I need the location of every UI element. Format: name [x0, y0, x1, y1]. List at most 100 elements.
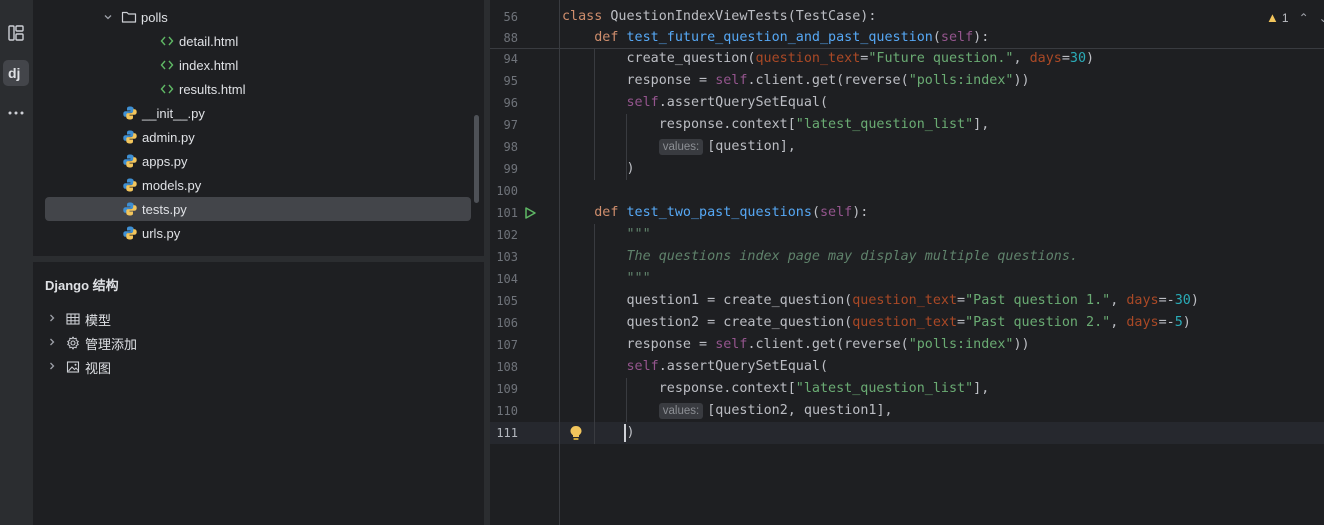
tree-scrollbar[interactable]: [474, 115, 479, 203]
python-icon: [122, 177, 138, 193]
code-token: self: [940, 30, 974, 45]
code-token: def: [594, 30, 627, 45]
python-icon: [122, 225, 138, 241]
tree-item[interactable]: models.py: [45, 173, 471, 197]
code-line[interactable]: values: [question2, question1],: [562, 400, 893, 422]
tree-item[interactable]: admin.py: [45, 125, 471, 149]
code-token: )): [1013, 337, 1030, 352]
line-number: 99: [503, 162, 518, 176]
code-token: question1 = create_question(: [562, 293, 853, 308]
code-token: ):: [973, 30, 990, 45]
code-token: question_text: [852, 315, 958, 330]
code-line[interactable]: question1 = create_question(question_tex…: [562, 290, 1199, 312]
code-token: ],: [973, 117, 990, 132]
run-test-icon[interactable]: [523, 206, 537, 220]
line-number: 95: [503, 74, 518, 88]
code-line[interactable]: self.assertQuerySetEqual(: [562, 92, 829, 114]
parameter-hint: values:: [658, 403, 704, 419]
tree-item[interactable]: results.html: [45, 77, 471, 101]
code-token: question2 = create_question(: [562, 315, 853, 330]
line-number: 105: [496, 294, 518, 308]
code-editor[interactable]: ▲ 1 ⌃ ⌄ 56 class QuestionIndexViewTests(T…: [490, 0, 1324, 525]
code-line[interactable]: class QuestionIndexViewTests(TestCase):: [562, 6, 876, 28]
django-tree-item[interactable]: 管理添加: [45, 332, 137, 354]
code-line[interactable]: """: [562, 224, 650, 246]
activity-bar: dj: [0, 0, 34, 525]
code-line[interactable]: response = self.client.get(reverse("poll…: [562, 334, 1030, 356]
tree-item-label: admin.py: [142, 129, 195, 145]
gutter-divider: [559, 0, 560, 525]
structure-tool-icon[interactable]: [3, 20, 29, 46]
tree-item-label: results.html: [179, 81, 246, 97]
indent-guide: [626, 114, 627, 180]
previous-problem-icon[interactable]: ⌃: [1299, 11, 1309, 25]
code-line[interactable]: ): [562, 158, 634, 180]
parameter-hint: values:: [658, 139, 704, 155]
more-tools-icon[interactable]: [3, 100, 29, 126]
tree-item[interactable]: detail.html: [45, 29, 471, 53]
code-line[interactable]: question2 = create_question(question_tex…: [562, 312, 1190, 334]
code-token: question_text: [755, 51, 861, 66]
code-token: ): [1190, 293, 1199, 308]
html-icon: [159, 33, 175, 49]
code-token: .client.get(reverse(: [747, 73, 909, 88]
line-number: 97: [503, 118, 518, 132]
python-icon: [122, 201, 138, 217]
code-line[interactable]: def test_two_past_questions(self):: [562, 202, 868, 224]
code-token: =-: [1158, 293, 1175, 308]
line-number: 103: [496, 250, 518, 264]
django-tree-item-label: 管理添加: [85, 336, 138, 352]
python-icon: [122, 105, 138, 121]
line-number: 56: [503, 10, 518, 24]
tree-item-label: polls: [141, 9, 168, 25]
tree-item[interactable]: apps.py: [45, 149, 471, 173]
chevron-right-icon[interactable]: [45, 337, 59, 350]
tree-item-label: detail.html: [179, 33, 239, 49]
code-line[interactable]: values: [question],: [562, 136, 796, 158]
tree-item-label: apps.py: [142, 153, 188, 169]
tree-item-label: __init__.py: [142, 105, 205, 121]
code-token: def: [594, 205, 627, 220]
code-token: "Future question.": [868, 51, 1014, 66]
tree-item-label: index.html: [179, 57, 239, 73]
line-number: 107: [496, 338, 518, 352]
indent-guide: [626, 378, 627, 422]
tree-item[interactable]: tests.py: [45, 197, 471, 221]
chevron-down-icon[interactable]: [103, 12, 113, 22]
python-icon: [122, 153, 138, 169]
next-problem-icon[interactable]: ⌄: [1319, 11, 1324, 25]
line-number: 88: [503, 31, 518, 45]
code-token: class: [562, 9, 611, 24]
code-token: response.context[: [562, 381, 796, 396]
tree-item[interactable]: urls.py: [45, 221, 471, 245]
line-number: 98: [503, 140, 518, 154]
problems-indicator[interactable]: ▲ 1 ⌃ ⌄: [1266, 10, 1324, 25]
code-token: =: [957, 315, 966, 330]
code-line[interactable]: def test_future_question_and_past_questi…: [562, 27, 989, 49]
code-token: "latest_question_list": [795, 381, 974, 396]
django-tree-item-label: 模型: [85, 312, 112, 328]
code-line[interactable]: self.assertQuerySetEqual(: [562, 356, 829, 378]
code-line[interactable]: """: [562, 268, 650, 290]
chevron-right-icon[interactable]: [45, 313, 59, 326]
code-token: QuestionIndexViewTests(TestCase):: [610, 9, 877, 24]
chevron-right-icon[interactable]: [45, 361, 59, 374]
project-tree: polls detail.html index.html results.html __…: [33, 0, 484, 256]
code-line[interactable]: ): [562, 422, 634, 444]
django-tree-item[interactable]: 模型: [45, 308, 111, 330]
tree-item[interactable]: index.html: [45, 53, 471, 77]
code-line[interactable]: The questions index page may display mul…: [562, 246, 1077, 268]
django-tree-item[interactable]: 视图: [45, 356, 111, 378]
code-token: .client.get(reverse(: [747, 337, 909, 352]
code-token: response =: [562, 73, 716, 88]
code-line[interactable]: response = self.client.get(reverse("poll…: [562, 70, 1029, 92]
warning-count: 1: [1281, 10, 1289, 25]
django-tool-icon[interactable]: dj: [3, 60, 29, 86]
tree-item[interactable]: polls: [45, 5, 471, 29]
tree-item[interactable]: __init__.py: [45, 101, 471, 125]
code-line[interactable]: create_question(question_text = "Future qu…: [562, 48, 1094, 70]
tree-item-label: urls.py: [142, 225, 181, 241]
code-token: response =: [562, 337, 716, 352]
